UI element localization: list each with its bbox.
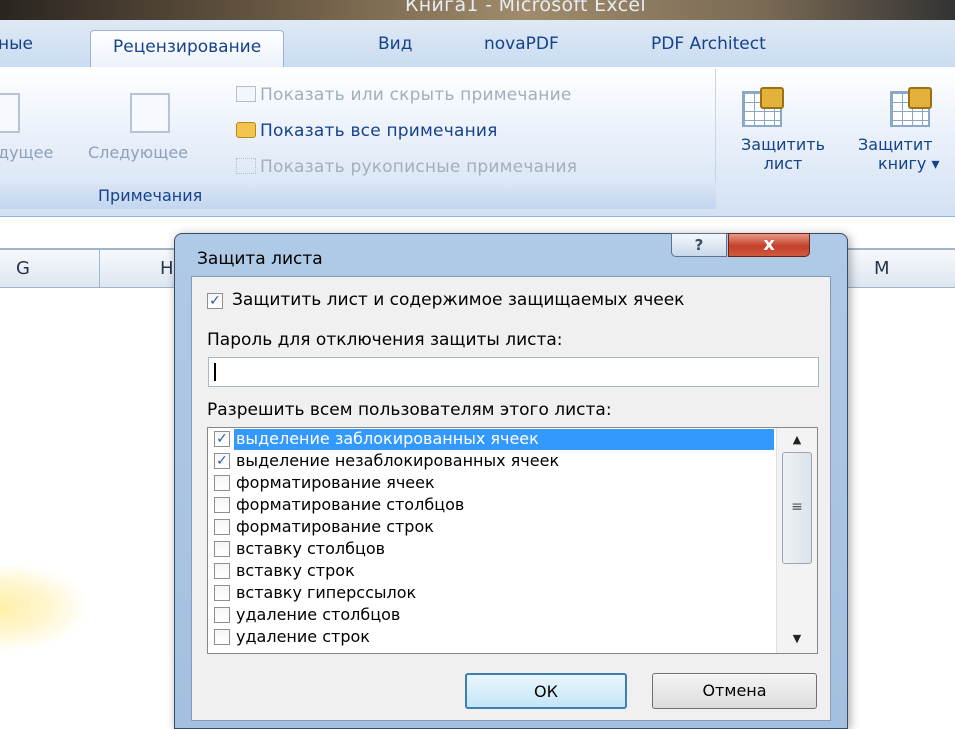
- permission-checkbox[interactable]: [214, 629, 230, 645]
- show-hide-note-label: Показать или скрыть примечание: [260, 85, 572, 105]
- permission-label: вставку столбцов: [236, 539, 386, 558]
- permission-label: форматирование столбцов: [236, 495, 465, 514]
- window-title: Книга1 - Microsoft Excel: [405, 0, 646, 16]
- permission-label: форматирование строк: [236, 517, 434, 536]
- protect-book-label-1: Защитит: [858, 135, 933, 154]
- column-header-g[interactable]: G: [0, 250, 100, 288]
- permission-checkbox[interactable]: [214, 497, 230, 513]
- help-button[interactable]: ?: [671, 233, 727, 257]
- notes-group-caption-label: Примечания: [98, 186, 203, 205]
- show-all-notes-label: Показать все примечания: [260, 121, 498, 141]
- decorative-glow: [0, 565, 85, 650]
- protect-sheet-dialog: Защита листа ? x ✓ Защитить лист и содер…: [174, 233, 848, 729]
- permission-label: выделение незаблокированных ячеек: [236, 451, 560, 470]
- dialog-body: ✓ Защитить лист и содержимое защищаемых …: [191, 276, 831, 721]
- column-header-m[interactable]: M: [848, 250, 955, 288]
- tab-data[interactable]: ные: [0, 34, 33, 54]
- ribbon-tabs: ные Рецензирование Вид novaPDF PDF Archi…: [0, 20, 955, 70]
- protect-book-label-2: книгу ▾: [878, 154, 940, 173]
- dialog-title: Защита листа: [197, 249, 323, 269]
- protect-sheet-label-2: лист: [763, 154, 803, 173]
- scroll-thumb[interactable]: ≡: [782, 452, 812, 564]
- list-item[interactable]: удаление столбцов: [208, 605, 776, 626]
- list-item[interactable]: форматирование ячеек: [208, 473, 776, 494]
- previous-note-button[interactable]: дущее: [0, 143, 53, 162]
- permission-checkbox[interactable]: [214, 563, 230, 579]
- password-input[interactable]: [208, 357, 819, 387]
- permission-checkbox[interactable]: [214, 585, 230, 601]
- tab-review[interactable]: Рецензирование: [90, 30, 285, 70]
- scroll-up-icon[interactable]: ▲: [781, 430, 813, 450]
- text-caret: [214, 363, 216, 381]
- protect-checkbox-label: Защитить лист и содержимое защищаемых яч…: [232, 290, 685, 310]
- notes-icon: [236, 122, 256, 138]
- show-hide-note-button[interactable]: Показать или скрыть примечание: [236, 85, 572, 105]
- scroll-down-icon[interactable]: ▼: [781, 629, 813, 649]
- close-button[interactable]: x: [728, 233, 810, 257]
- list-item[interactable]: вставку гиперссылок: [208, 583, 776, 604]
- previous-note-icon: [0, 93, 20, 133]
- protect-book-icon: [890, 87, 932, 127]
- show-ink-notes-button[interactable]: Показать рукописные примечания: [236, 157, 577, 177]
- list-item[interactable]: ✓ выделение заблокированных ячеек: [208, 429, 776, 450]
- permissions-scrollbar[interactable]: ▲ ≡ ▼: [776, 428, 817, 653]
- next-note-button[interactable]: Следующее: [88, 143, 188, 162]
- permissions-list[interactable]: ✓ выделение заблокированных ячеек ✓ выде…: [207, 427, 818, 654]
- protect-sheet-icon: [742, 87, 784, 127]
- show-all-notes-button[interactable]: Показать все примечания: [236, 121, 498, 141]
- column-header-h-label: H: [160, 258, 174, 279]
- list-item[interactable]: вставку столбцов: [208, 539, 776, 560]
- permission-checkbox[interactable]: [214, 607, 230, 623]
- permission-checkbox[interactable]: ✓: [214, 431, 230, 447]
- permission-label: удаление строк: [236, 627, 370, 646]
- list-item[interactable]: удаление строк: [208, 627, 776, 648]
- tab-view[interactable]: Вид: [378, 34, 412, 54]
- note-icon: [236, 86, 256, 102]
- protect-checkbox[interactable]: ✓: [207, 293, 223, 309]
- notes-group: дущее Следующее Показать или скрыть прим…: [0, 69, 716, 209]
- password-label: Пароль для отключения защиты листа:: [207, 330, 563, 350]
- notes-group-caption: Примечания: [0, 183, 716, 209]
- column-header-m-label: M: [874, 258, 890, 279]
- column-header-g-label: G: [16, 258, 30, 279]
- ribbon: дущее Следующее Показать или скрыть прим…: [0, 67, 955, 217]
- permission-checkbox[interactable]: [214, 519, 230, 535]
- permission-label: выделение заблокированных ячеек: [234, 429, 774, 450]
- permission-label: форматирование ячеек: [236, 473, 435, 492]
- permission-label: вставку гиперссылок: [236, 583, 417, 602]
- permission-label: удаление столбцов: [236, 605, 401, 624]
- tab-pdf-architect[interactable]: PDF Architect: [651, 34, 766, 54]
- ok-button[interactable]: ОК: [465, 673, 627, 709]
- protect-sheet-button[interactable]: Защитить лист: [732, 135, 834, 173]
- window-title-bar: Книга1 - Microsoft Excel: [0, 0, 955, 20]
- cancel-button[interactable]: Отмена: [652, 673, 817, 709]
- permission-checkbox[interactable]: ✓: [214, 453, 230, 469]
- list-item[interactable]: форматирование столбцов: [208, 495, 776, 516]
- permission-label: вставку строк: [236, 561, 355, 580]
- protect-group: Защитить лист Защитит книгу ▾: [720, 69, 955, 209]
- protect-book-button[interactable]: Защитит книгу ▾: [850, 135, 955, 173]
- ink-icon: [236, 158, 256, 174]
- tab-novapdf[interactable]: novaPDF: [484, 34, 559, 54]
- protect-sheet-label-1: Защитить: [741, 135, 825, 154]
- show-ink-notes-label: Показать рукописные примечания: [260, 157, 578, 177]
- permission-checkbox[interactable]: [214, 541, 230, 557]
- list-item[interactable]: форматирование строк: [208, 517, 776, 538]
- allow-users-label: Разрешить всем пользователям этого листа…: [207, 400, 612, 420]
- next-note-icon: [130, 93, 170, 133]
- list-item[interactable]: ✓ выделение незаблокированных ячеек: [208, 451, 776, 472]
- permission-checkbox[interactable]: [214, 475, 230, 491]
- list-item[interactable]: вставку строк: [208, 561, 776, 582]
